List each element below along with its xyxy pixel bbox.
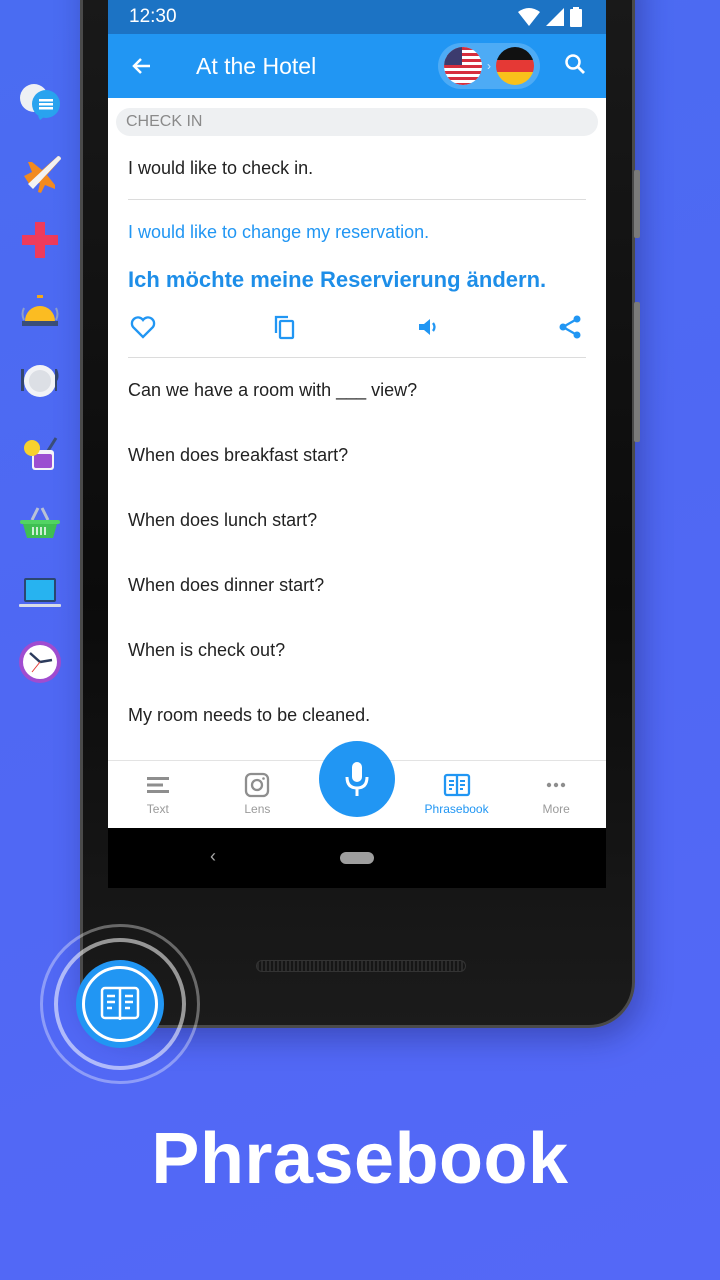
microphone-button[interactable]	[319, 741, 395, 817]
speaker-icon[interactable]	[414, 313, 442, 341]
promo-headline: Phrasebook	[151, 1119, 569, 1199]
wifi-icon	[518, 8, 540, 26]
phrase-item[interactable]: I would like to check in.	[108, 158, 606, 179]
signal-icon	[546, 8, 564, 26]
app-screen: 12:30 At the Hotel › CHECK IN I would li…	[108, 0, 606, 888]
share-icon[interactable]	[556, 313, 584, 341]
more-dots-icon	[546, 782, 566, 788]
book-icon	[100, 986, 140, 1020]
nav-label: More	[542, 802, 570, 816]
search-icon	[565, 53, 585, 74]
phrase-item[interactable]: When does dinner start?	[108, 575, 606, 596]
nav-label: Phrasebook	[424, 802, 489, 816]
us-flag-icon	[444, 47, 482, 85]
phrase-item[interactable]: Can we have a room with ___ view?	[108, 380, 606, 401]
phrase-list: Can we have a room with ___ view? When d…	[108, 380, 606, 726]
system-home-button[interactable]	[340, 852, 374, 864]
power-button	[634, 302, 640, 442]
clock-icon[interactable]	[16, 638, 64, 686]
system-back-button[interactable]: ‹	[210, 846, 216, 867]
phrasebook-badge	[40, 924, 200, 1084]
shopping-basket-icon[interactable]	[16, 498, 64, 546]
section-header: CHECK IN	[116, 108, 598, 136]
airplane-icon[interactable]	[16, 146, 64, 194]
dining-plate-icon[interactable]	[16, 357, 64, 405]
battery-icon	[570, 7, 582, 27]
favorite-icon[interactable]	[129, 313, 157, 341]
nav-tab-more[interactable]: More	[506, 761, 606, 828]
camera-icon	[245, 772, 270, 798]
microphone-icon	[345, 762, 369, 796]
nav-label: Lens	[244, 802, 271, 816]
phrase-item[interactable]: My room needs to be cleaned.	[108, 705, 606, 726]
lang-arrow: ›	[487, 59, 491, 73]
system-nav-bar: ‹	[108, 828, 606, 888]
phrase-item[interactable]: When does breakfast start?	[108, 445, 606, 466]
selected-phrase-translation: Ich möchte meine Reservierung ändern.	[128, 267, 547, 292]
medical-cross-icon[interactable]	[16, 216, 64, 264]
de-flag-icon	[496, 47, 534, 85]
nav-tab-phrasebook[interactable]: Phrasebook	[407, 761, 507, 828]
phrase-item[interactable]: When is check out?	[108, 640, 606, 661]
search-button[interactable]	[564, 53, 586, 80]
volume-button	[634, 170, 640, 238]
back-arrow-icon	[132, 58, 150, 74]
conversation-icon[interactable]	[16, 78, 64, 126]
copy-icon[interactable]	[271, 313, 299, 341]
phrase-actions	[108, 313, 606, 341]
text-lines-icon	[146, 777, 169, 793]
status-time: 12:30	[129, 6, 177, 27]
phrase-item[interactable]: When does lunch start?	[108, 510, 606, 531]
back-button[interactable]	[108, 54, 176, 78]
divider	[128, 199, 586, 200]
hotel-bell-icon[interactable]	[16, 286, 64, 334]
divider	[128, 357, 586, 358]
app-bar: At the Hotel ›	[108, 34, 606, 98]
language-switcher[interactable]: ›	[438, 43, 540, 89]
page-title: At the Hotel	[196, 52, 317, 79]
nav-tab-lens[interactable]: Lens	[208, 761, 308, 828]
phone-speaker	[256, 960, 466, 972]
selected-phrase-source[interactable]: I would like to change my reservation.	[108, 222, 606, 243]
laptop-icon[interactable]	[16, 568, 64, 616]
cocktail-icon[interactable]	[16, 428, 64, 476]
nav-tab-text[interactable]: Text	[108, 761, 208, 828]
book-icon	[443, 773, 470, 797]
status-bar: 12:30	[108, 0, 606, 34]
nav-label: Text	[146, 802, 169, 816]
